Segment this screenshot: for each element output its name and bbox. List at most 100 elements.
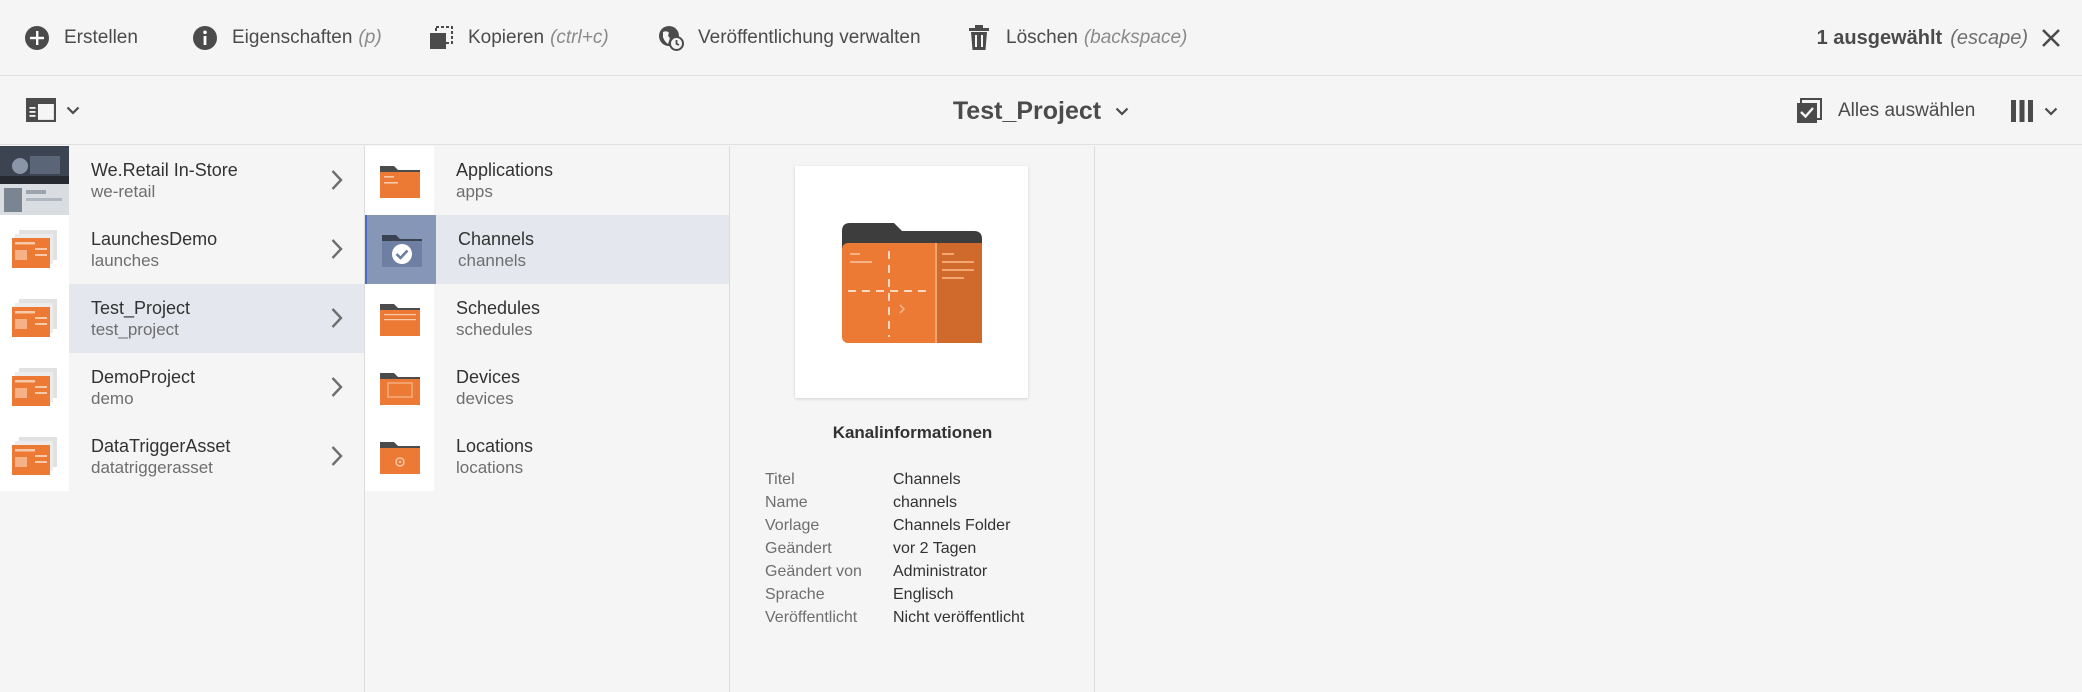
list-item-title: DataTriggerAsset [91,435,231,456]
list-item-launchesdemo[interactable]: LaunchesDemo launches [0,215,364,284]
folder-icon [379,372,420,405]
list-item-subtitle: datatriggerasset [91,457,213,477]
meta-row-title: Titel Channels [765,468,1085,491]
selection-count: 1 ausgewählt (escape) [1817,0,2028,76]
list-item-subtitle: test_project [91,319,179,339]
rail-toggle-button[interactable] [26,95,80,125]
view-switcher-button[interactable] [2010,95,2058,127]
list-item-subtitle: demo [91,388,134,408]
page-title-wrap: Test_Project [0,77,2082,145]
action-bar: Erstellen Eigenschaften (p) Kopieren (ct… [0,0,2082,76]
list-item-subtitle: we-retail [91,181,156,201]
manage-publication-button[interactable]: Veröffentlichung verwalten [656,0,921,76]
meta-row-name: Name channels [765,491,1085,514]
meta-label: Vorlage [765,517,820,534]
create-label: Erstellen [64,26,138,48]
meta-label: Sprache [765,586,825,603]
select-all-button[interactable]: Alles auswählen [1796,77,1975,145]
chevron-down-icon [1115,107,1129,116]
chevron-right-icon [331,446,343,466]
meta-value: channels [893,494,958,511]
list-item-title: Channels [458,228,535,249]
list-item-subtitle: schedules [456,319,533,339]
list-item-subtitle: launches [91,250,160,270]
project-thumbnail [0,353,69,422]
folder-icon [379,303,420,336]
list-item-we-retail[interactable]: We.Retail In-Store we-retail [0,146,364,215]
projects-column: We.Retail In-Store we-retail LaunchesDemo… [0,146,365,692]
close-selection-button[interactable] [2036,23,2066,53]
list-item-demoproject[interactable]: DemoProject demo [0,353,364,422]
list-item-title: Locations [456,435,534,456]
list-item-subtitle: channels [458,250,527,270]
list-item-test-project[interactable]: Test_Project test_project [0,284,364,353]
meta-value: Nicht veröffentlicht [893,609,1025,626]
meta-row-published: Veröffentlicht Nicht veröffentlicht [765,606,1085,629]
meta-row-modified: Geändert vor 2 Tagen [765,537,1085,560]
properties-button[interactable]: Eigenschaften (p) [190,0,382,76]
info-icon [190,23,220,53]
properties-shortcut: (p) [358,26,382,48]
chevron-down-icon [66,106,80,115]
select-all-checkbox-icon [1796,98,1822,124]
list-item-subtitle: locations [456,457,524,477]
trash-icon [964,23,994,53]
meta-label: Geändert von [765,563,862,580]
meta-value: Englisch [893,586,954,603]
list-item-title: Applications [456,159,554,180]
project-thumbnail [0,422,69,491]
title-bar: Test_Project Alles auswählen [0,77,2082,145]
list-item-schedules[interactable]: Schedules schedules [365,284,729,353]
meta-row-template: Vorlage Channels Folder [765,514,1085,537]
folder-thumbnail [365,284,434,353]
meta-label: Name [765,494,808,511]
delete-label: Löschen [1006,26,1078,48]
add-circle-icon [22,23,52,53]
list-item-title: DemoProject [91,366,196,387]
list-item-applications[interactable]: Applications apps [365,146,729,215]
copy-button[interactable]: Kopieren (ctrl+c) [426,0,609,76]
delete-button[interactable]: Löschen (backspace) [964,0,1187,76]
meta-label: Veröffentlicht [765,609,858,626]
manage-publication-label: Veröffentlichung verwalten [698,26,921,48]
create-button[interactable]: Erstellen [22,0,138,76]
meta-value: Administrator [893,563,988,580]
chevron-right-icon [331,377,343,397]
delete-shortcut: (backspace) [1083,26,1188,48]
column-view: We.Retail In-Store we-retail LaunchesDemo… [0,146,2082,692]
properties-label: Eigenschaften [232,26,353,48]
sidebar-panel-icon [26,98,56,122]
list-item-subtitle: apps [456,181,493,201]
preview-heading: Kanalinformationen [832,423,993,442]
folders-column: Applications apps Channels channels Schedu… [365,146,730,692]
meta-value: Channels Folder [893,517,1011,534]
chevron-right-icon [331,239,343,259]
chevron-right-icon [331,170,343,190]
project-thumbnail [0,146,69,215]
folder-thumbnail [365,146,434,215]
preview-column: Kanalinformationen Titel Channels Name cha… [730,146,1095,692]
list-item-locations[interactable]: Locations locations [365,422,729,491]
list-item-title: We.Retail In-Store [91,159,238,180]
list-item-title: Devices [456,366,521,387]
list-item-datatriggerasset[interactable]: DataTriggerAsset datatriggerasset [0,422,364,491]
list-item-devices[interactable]: Devices devices [365,353,729,422]
meta-value: vor 2 Tagen [893,540,977,557]
list-item-title: Schedules [456,297,541,318]
chevron-down-icon [2044,107,2058,116]
project-thumbnail [0,284,69,353]
list-item-title: Test_Project [91,297,191,318]
preview-card [795,166,1028,398]
list-item-channels[interactable]: Channels channels [365,215,729,284]
folder-thumbnail [365,422,434,491]
folder-icon [379,165,420,198]
meta-value: Channels [893,471,961,488]
copy-shortcut: (ctrl+c) [550,26,609,48]
meta-label: Titel [765,471,795,488]
page-title-dropdown[interactable]: Test_Project [953,97,1129,126]
channels-folder-icon [841,223,982,343]
meta-row-modified-by: Geändert von Administrator [765,560,1085,583]
close-icon [2042,29,2060,47]
meta-row-language: Sprache Englisch [765,583,1085,606]
folder-thumbnail [365,353,434,422]
